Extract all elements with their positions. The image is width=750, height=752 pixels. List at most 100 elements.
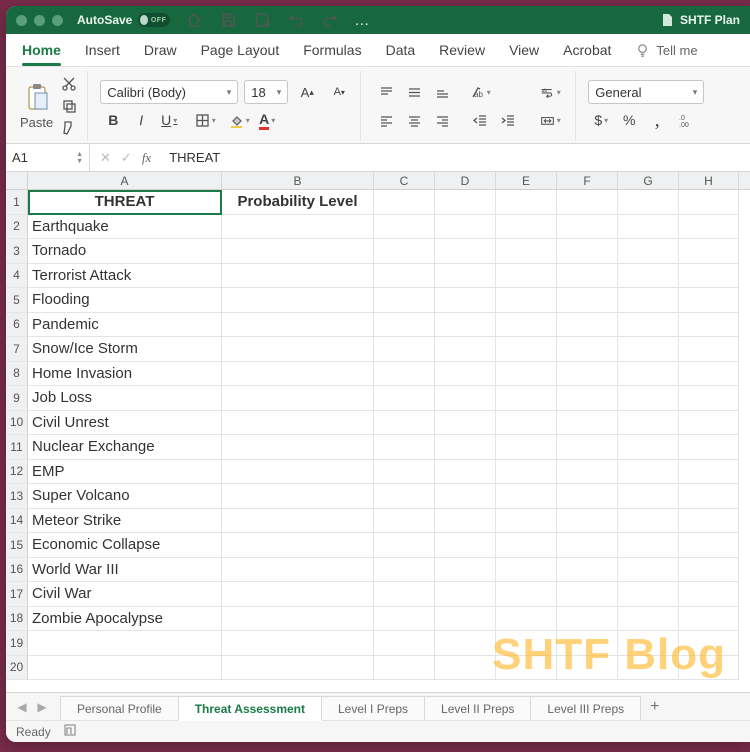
cell[interactable] <box>496 288 557 313</box>
cell[interactable] <box>374 362 435 387</box>
cell[interactable] <box>222 582 374 607</box>
cell[interactable] <box>28 631 222 656</box>
increase-decimal-icon[interactable]: .0.00 <box>672 108 698 132</box>
cell[interactable] <box>557 460 618 485</box>
align-right-icon[interactable] <box>429 108 455 132</box>
cell[interactable] <box>557 533 618 558</box>
col-header-g[interactable]: G <box>618 172 679 189</box>
cell[interactable] <box>222 435 374 460</box>
cell[interactable] <box>222 533 374 558</box>
cell[interactable] <box>435 288 496 313</box>
cell[interactable] <box>557 607 618 632</box>
italic-button[interactable]: I <box>128 108 154 132</box>
fill-color-button[interactable]: ▾ <box>226 108 252 132</box>
cell[interactable] <box>618 264 679 289</box>
cell[interactable] <box>374 582 435 607</box>
bold-button[interactable]: B <box>100 108 126 132</box>
cell[interactable] <box>374 435 435 460</box>
cell[interactable] <box>435 582 496 607</box>
cell[interactable] <box>374 631 435 656</box>
col-header-e[interactable]: E <box>496 172 557 189</box>
row-header[interactable]: 6 <box>6 313 28 338</box>
row-header[interactable]: 14 <box>6 509 28 534</box>
cell[interactable] <box>618 484 679 509</box>
row-header[interactable]: 1 <box>6 190 28 215</box>
cell[interactable] <box>557 239 618 264</box>
font-size-select[interactable]: 18▾ <box>244 80 288 104</box>
cell[interactable] <box>496 460 557 485</box>
sheet-nav-prev[interactable]: ◀ <box>12 700 32 714</box>
cell[interactable]: EMP <box>28 460 222 485</box>
cell[interactable] <box>679 362 739 387</box>
cell[interactable] <box>374 411 435 436</box>
name-box[interactable]: A1 ▲▼ <box>6 144 90 171</box>
cell[interactable] <box>496 386 557 411</box>
cell[interactable] <box>435 313 496 338</box>
col-header-h[interactable]: H <box>679 172 739 189</box>
cell[interactable] <box>496 215 557 240</box>
cell[interactable] <box>222 656 374 681</box>
row-header[interactable]: 15 <box>6 533 28 558</box>
cell[interactable] <box>435 460 496 485</box>
autosave-switch[interactable]: OFF <box>138 13 170 27</box>
cell[interactable] <box>435 533 496 558</box>
cell[interactable] <box>679 190 739 215</box>
increase-indent-icon[interactable] <box>495 108 521 132</box>
more-commands-icon[interactable] <box>354 13 369 28</box>
row-header[interactable]: 7 <box>6 337 28 362</box>
cell[interactable] <box>618 337 679 362</box>
cell[interactable] <box>435 607 496 632</box>
sheet-tab-level-2[interactable]: Level II Preps <box>424 696 531 720</box>
underline-button[interactable]: U▾ <box>156 108 182 132</box>
cell[interactable] <box>557 582 618 607</box>
row-header[interactable]: 2 <box>6 215 28 240</box>
tab-acrobat[interactable]: Acrobat <box>563 42 611 58</box>
select-all-corner[interactable] <box>6 172 28 189</box>
cell[interactable] <box>557 215 618 240</box>
cell[interactable] <box>679 582 739 607</box>
cell[interactable] <box>679 288 739 313</box>
cell[interactable] <box>496 435 557 460</box>
copy-icon[interactable] <box>59 97 79 115</box>
cell[interactable] <box>557 435 618 460</box>
cell[interactable] <box>679 509 739 534</box>
cell[interactable] <box>618 239 679 264</box>
cell[interactable] <box>496 337 557 362</box>
format-painter-icon[interactable] <box>59 119 79 137</box>
cell[interactable] <box>222 288 374 313</box>
cell[interactable] <box>435 484 496 509</box>
cell[interactable] <box>618 509 679 534</box>
cell[interactable] <box>222 509 374 534</box>
decrease-indent-icon[interactable] <box>467 108 493 132</box>
cell[interactable] <box>496 239 557 264</box>
cell[interactable] <box>557 558 618 583</box>
cell[interactable] <box>222 362 374 387</box>
row-header[interactable]: 16 <box>6 558 28 583</box>
cell[interactable] <box>374 215 435 240</box>
sheet-tab-personal-profile[interactable]: Personal Profile <box>60 696 179 720</box>
cell[interactable] <box>435 509 496 534</box>
cell[interactable] <box>435 362 496 387</box>
cell[interactable] <box>679 533 739 558</box>
cell[interactable]: World War III <box>28 558 222 583</box>
redo-icon[interactable] <box>320 11 340 29</box>
cell[interactable] <box>618 288 679 313</box>
cell[interactable]: Probability Level <box>222 190 374 215</box>
cell[interactable] <box>496 656 557 681</box>
cut-icon[interactable] <box>59 75 79 93</box>
cell[interactable] <box>222 460 374 485</box>
cell[interactable] <box>557 288 618 313</box>
cell[interactable] <box>496 484 557 509</box>
cell[interactable] <box>374 313 435 338</box>
cell[interactable] <box>618 558 679 583</box>
tab-formulas[interactable]: Formulas <box>303 42 361 58</box>
cell[interactable] <box>679 264 739 289</box>
cell[interactable] <box>618 582 679 607</box>
cell[interactable] <box>679 631 739 656</box>
cell[interactable]: Flooding <box>28 288 222 313</box>
cell[interactable] <box>374 656 435 681</box>
cell[interactable] <box>618 313 679 338</box>
cell[interactable] <box>374 288 435 313</box>
row-header[interactable]: 20 <box>6 656 28 681</box>
cell[interactable]: Tornado <box>28 239 222 264</box>
